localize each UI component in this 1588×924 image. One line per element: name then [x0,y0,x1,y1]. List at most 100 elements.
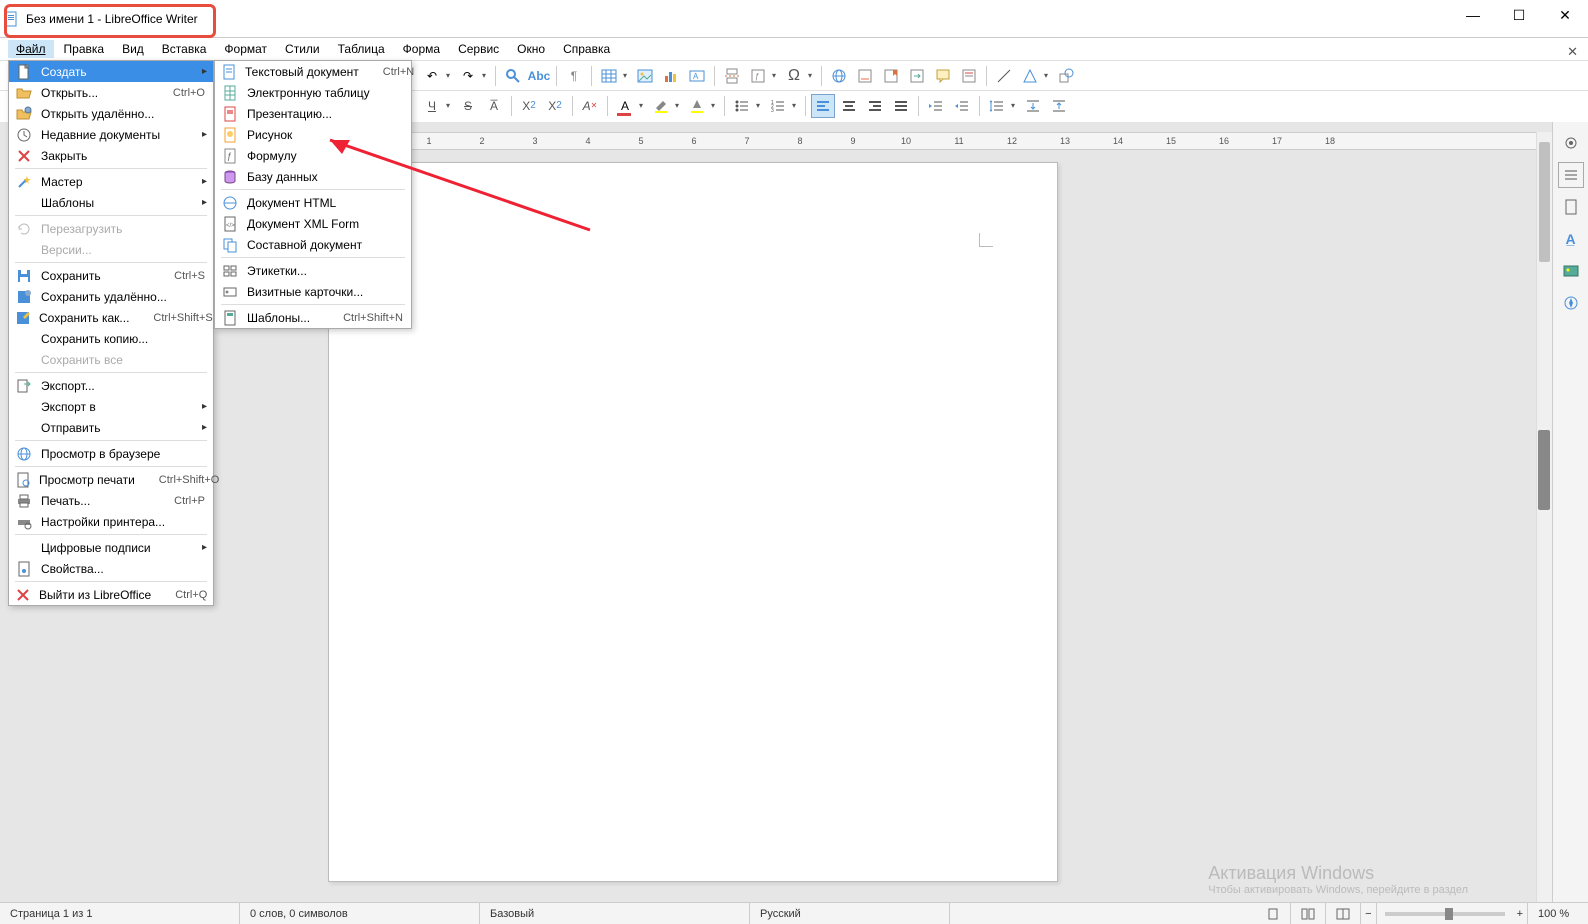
submenu-text-document[interactable]: Текстовый документ Ctrl+N [215,61,411,82]
menu-item-print-preview[interactable]: Просмотр печати Ctrl+Shift+O [9,469,213,490]
document-close-button[interactable]: ✕ [1567,44,1578,60]
line-spacing-icon[interactable] [985,94,1009,118]
submenu-master-doc[interactable]: Составной документ [215,234,411,255]
menu-item-close[interactable]: Закрыть [9,145,213,166]
menu-window[interactable]: Окно [509,40,553,58]
align-right-icon[interactable] [863,94,887,118]
align-center-icon[interactable] [837,94,861,118]
menu-table[interactable]: Таблица [330,40,393,58]
status-page[interactable]: Страница 1 из 1 [0,903,240,924]
subscript-icon[interactable]: X2 [543,94,567,118]
footnote-icon[interactable] [853,64,877,88]
bookmark-icon[interactable] [879,64,903,88]
bullet-list-icon[interactable] [730,94,754,118]
menu-item-save-copy[interactable]: Сохранить копию... [9,328,213,349]
menu-item-open[interactable]: Открыть... Ctrl+O [9,82,213,103]
menu-view[interactable]: Вид [114,40,152,58]
menu-format[interactable]: Формат [216,40,275,58]
undo-icon[interactable]: ↶ [420,64,444,88]
menu-item-printer-settings[interactable]: Настройки принтера... [9,511,213,532]
insert-table-icon[interactable] [597,64,621,88]
decrease-para-spacing-icon[interactable] [1047,94,1071,118]
menu-item-print[interactable]: Печать... Ctrl+P [9,490,213,511]
status-style[interactable]: Базовый [480,903,750,924]
menu-item-export-to[interactable]: Экспорт в ▸ [9,396,213,417]
submenu-html-doc[interactable]: Документ HTML [215,192,411,213]
increase-indent-icon[interactable] [924,94,948,118]
increase-para-spacing-icon[interactable] [1021,94,1045,118]
highlight-color-icon[interactable] [649,94,673,118]
align-justify-icon[interactable] [889,94,913,118]
strikethrough-icon[interactable]: S [456,94,480,118]
submenu-xml-form[interactable]: </> Документ XML Form [215,213,411,234]
track-changes-icon[interactable] [957,64,981,88]
scroll-handle[interactable] [1538,430,1550,510]
submenu-spreadsheet[interactable]: Электронную таблицу [215,82,411,103]
submenu-database[interactable]: Базу данных [215,166,411,187]
sidebar-navigator-icon[interactable] [1558,290,1584,316]
spellcheck-icon[interactable]: Abc [527,64,551,88]
submenu-drawing[interactable]: Рисунок [215,124,411,145]
menu-item-properties[interactable]: Свойства... [9,558,213,579]
ruler-horizontal[interactable]: // ticks rendered by script below 121234… [328,132,1538,150]
char-background-icon[interactable] [685,94,709,118]
menu-item-save-remote[interactable]: Сохранить удалённо... [9,286,213,307]
decrease-indent-icon[interactable] [950,94,974,118]
submenu-business-cards[interactable]: Визитные карточки... [215,281,411,302]
status-view-single-icon[interactable] [1256,903,1291,924]
menu-item-exit[interactable]: Выйти из LibreOffice Ctrl+Q [9,584,213,605]
menu-item-export[interactable]: Экспорт... [9,375,213,396]
overline-icon[interactable]: A̅ [482,94,506,118]
font-color-icon[interactable]: A [613,94,637,118]
menu-item-open-remote[interactable]: Открыть удалённо... [9,103,213,124]
menu-item-wizard[interactable]: Мастер ▸ [9,171,213,192]
sidebar-properties-icon[interactable] [1558,162,1584,188]
find-replace-icon[interactable] [501,64,525,88]
insert-image-icon[interactable] [633,64,657,88]
menu-item-templates[interactable]: Шаблоны ▸ [9,192,213,213]
status-view-book-icon[interactable] [1326,903,1361,924]
status-zoom[interactable]: 100 % [1528,903,1588,924]
status-view-multi-icon[interactable] [1291,903,1326,924]
minimize-button[interactable]: — [1450,0,1496,30]
submenu-formula[interactable]: ƒ Формулу [215,145,411,166]
scrollbar-thumb[interactable] [1539,142,1550,262]
menu-tools[interactable]: Сервис [450,40,507,58]
page-break-icon[interactable] [720,64,744,88]
cross-ref-icon[interactable] [905,64,929,88]
redo-icon[interactable]: ↷ [456,64,480,88]
comment-icon[interactable] [931,64,955,88]
menu-insert[interactable]: Вставка [154,40,215,58]
menu-item-preview-browser[interactable]: Просмотр в браузере [9,443,213,464]
document-page[interactable] [328,162,1058,882]
insert-special-char-icon[interactable]: Ω [782,64,806,88]
zoom-in-button[interactable]: + [1513,903,1528,924]
menu-item-digital-sign[interactable]: Цифровые подписи ▸ [9,537,213,558]
menu-item-create[interactable]: Создать ▸ [9,61,213,82]
insert-field-icon[interactable]: ƒ [746,64,770,88]
menu-form[interactable]: Форма [395,40,448,58]
submenu-templates[interactable]: Шаблоны... Ctrl+Shift+N [215,307,411,328]
menu-item-save-as[interactable]: Сохранить как... Ctrl+Shift+S [9,307,213,328]
status-language[interactable]: Русский [750,903,950,924]
menu-file[interactable]: Файл [8,40,54,58]
scrollbar-vertical[interactable] [1536,132,1552,902]
insert-textbox-icon[interactable]: A [685,64,709,88]
superscript-icon[interactable]: X2 [517,94,541,118]
sidebar-page-icon[interactable] [1558,194,1584,220]
zoom-slider[interactable] [1385,912,1505,916]
basic-shapes-icon[interactable] [1018,64,1042,88]
submenu-presentation[interactable]: Презентацию... [215,103,411,124]
menu-item-send[interactable]: Отправить ▸ [9,417,213,438]
sidebar-gallery-icon[interactable] [1558,258,1584,284]
menu-help[interactable]: Справка [555,40,618,58]
status-words[interactable]: 0 слов, 0 символов [240,903,480,924]
menu-item-save[interactable]: Сохранить Ctrl+S [9,265,213,286]
clear-formatting-icon[interactable]: A✕ [578,94,602,118]
menu-item-recent[interactable]: Недавние документы ▸ [9,124,213,145]
submenu-labels[interactable]: Этикетки... [215,260,411,281]
menu-edit[interactable]: Правка [56,40,113,58]
underline-icon[interactable]: Ч [420,94,444,118]
sidebar-styles-icon[interactable]: A̲ [1558,226,1584,252]
close-button[interactable]: ✕ [1542,0,1588,30]
